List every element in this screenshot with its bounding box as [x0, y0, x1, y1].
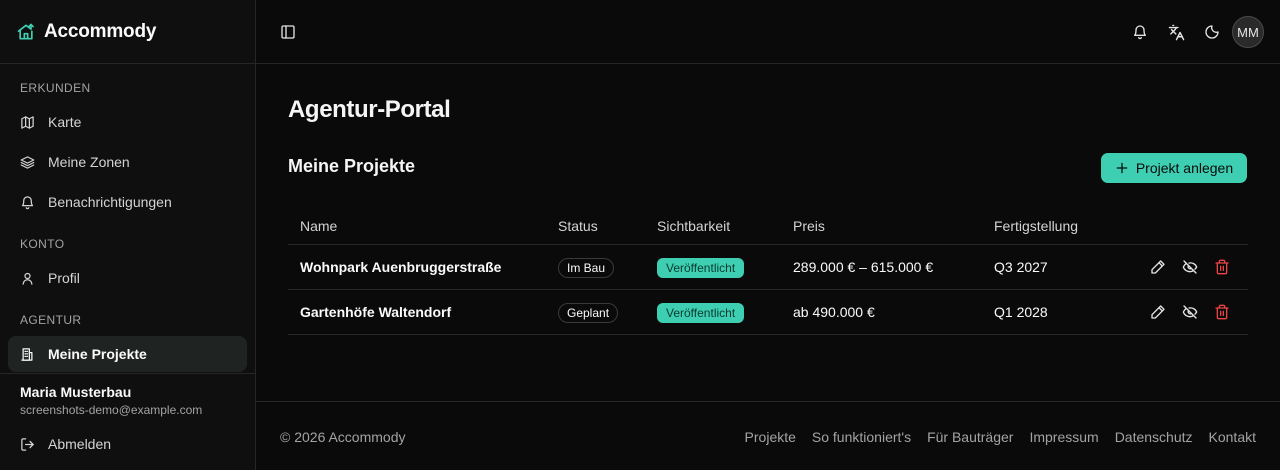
bell-icon: [20, 195, 35, 210]
project-price: ab 490.000 €: [793, 304, 875, 320]
projects-table: Name Status Sichtbarkeit Preis Fertigste…: [288, 208, 1248, 335]
table-header: Name Status Sichtbarkeit Preis Fertigste…: [288, 208, 1248, 245]
user-block: Maria Musterbau screenshots-demo@example…: [0, 373, 255, 417]
footer-links: Projekte So funktioniert's Für Bauträger…: [745, 429, 1256, 445]
table-row[interactable]: Gartenhöfe Waltendorf Geplant Veröffentl…: [288, 290, 1248, 335]
logout-icon: [20, 437, 35, 452]
footer-link-impressum[interactable]: Impressum: [1029, 429, 1098, 445]
sidebar-item-label: Meine Zonen: [48, 154, 130, 170]
bell-icon[interactable]: [1130, 22, 1150, 42]
project-name[interactable]: Gartenhöfe Waltendorf: [300, 304, 451, 320]
section-title: Meine Projekte: [288, 156, 416, 176]
status-badge: Im Bau: [558, 258, 615, 278]
house-logo-icon: [16, 22, 36, 42]
copyright: © 2026 Accommody: [280, 429, 406, 445]
page-title: Agentur-Portal: [288, 96, 451, 123]
brand[interactable]: Accommody: [0, 0, 255, 64]
sidebar-item-benachrichtigungen[interactable]: Benachrichtigungen: [8, 184, 247, 220]
project-completion: Q3 2027: [994, 259, 1048, 275]
section-label-agentur: AGENTUR: [20, 313, 82, 327]
visibility-badge: Veröffentlicht: [657, 303, 745, 323]
column-header-name[interactable]: Name: [300, 218, 337, 234]
footer-link-kontakt[interactable]: Kontakt: [1209, 429, 1256, 445]
sidebar-toggle-icon[interactable]: [278, 22, 298, 42]
column-header-price[interactable]: Preis: [793, 218, 825, 234]
status-badge: Geplant: [558, 303, 619, 323]
translate-icon[interactable]: [1166, 22, 1186, 42]
logout-button[interactable]: Abmelden: [8, 426, 247, 462]
footer-link-projekte[interactable]: Projekte: [745, 429, 796, 445]
sidebar-item-label: Benachrichtigungen: [48, 194, 172, 210]
column-header-status[interactable]: Status: [558, 218, 598, 234]
building-icon: [20, 347, 35, 362]
user-email: screenshots-demo@example.com: [20, 403, 203, 417]
map-icon: [20, 115, 35, 130]
delete-icon[interactable]: [1214, 259, 1230, 275]
plus-icon: [1115, 161, 1129, 175]
sidebar-item-meine-zonen[interactable]: Meine Zonen: [8, 144, 247, 180]
sidebar-item-label: Karte: [48, 114, 82, 130]
section-label-konto: KONTO: [20, 237, 65, 251]
column-header-visibility[interactable]: Sichtbarkeit: [657, 218, 730, 234]
edit-icon[interactable]: [1150, 304, 1166, 320]
topbar: MM: [256, 0, 1280, 64]
sidebar-item-profil[interactable]: Profil: [8, 260, 247, 296]
sidebar: Accommody ERKUNDEN Karte Meine Zonen Ben…: [0, 0, 256, 470]
column-header-completion[interactable]: Fertigstellung: [994, 218, 1078, 234]
hide-icon[interactable]: [1182, 304, 1198, 320]
sidebar-item-meine-projekte[interactable]: Meine Projekte: [8, 336, 247, 372]
table-row[interactable]: Wohnpark Auenbruggerstraße Im Bau Veröff…: [288, 245, 1248, 290]
project-name[interactable]: Wohnpark Auenbruggerstraße: [300, 259, 501, 275]
layers-icon: [20, 155, 35, 170]
sidebar-item-label: Meine Projekte: [48, 346, 147, 362]
sidebar-item-label: Profil: [48, 270, 80, 286]
footer-link-so-funktionierts[interactable]: So funktioniert's: [812, 429, 911, 445]
user-name: Maria Musterbau: [20, 384, 132, 400]
edit-icon[interactable]: [1150, 259, 1166, 275]
section-label-erkunden: ERKUNDEN: [20, 81, 91, 95]
footer: © 2026 Accommody Projekte So funktionier…: [256, 401, 1280, 470]
visibility-badge: Veröffentlicht: [657, 258, 745, 278]
create-project-label: Projekt anlegen: [1135, 160, 1234, 176]
logout-label: Abmelden: [48, 436, 112, 452]
project-price: 289.000 € – 615.000 €: [793, 259, 934, 275]
user-icon: [20, 271, 35, 286]
footer-link-fuer-bautraeger[interactable]: Für Bauträger: [927, 429, 1013, 445]
sidebar-item-karte[interactable]: Karte: [8, 104, 247, 140]
avatar[interactable]: MM: [1232, 16, 1264, 48]
brand-name: Accommody: [44, 20, 157, 42]
delete-icon[interactable]: [1214, 304, 1230, 320]
footer-link-datenschutz[interactable]: Datenschutz: [1115, 429, 1193, 445]
project-completion: Q1 2028: [994, 304, 1048, 320]
moon-icon[interactable]: [1202, 22, 1222, 42]
hide-icon[interactable]: [1182, 259, 1198, 275]
create-project-button[interactable]: Projekt anlegen: [1101, 153, 1247, 183]
